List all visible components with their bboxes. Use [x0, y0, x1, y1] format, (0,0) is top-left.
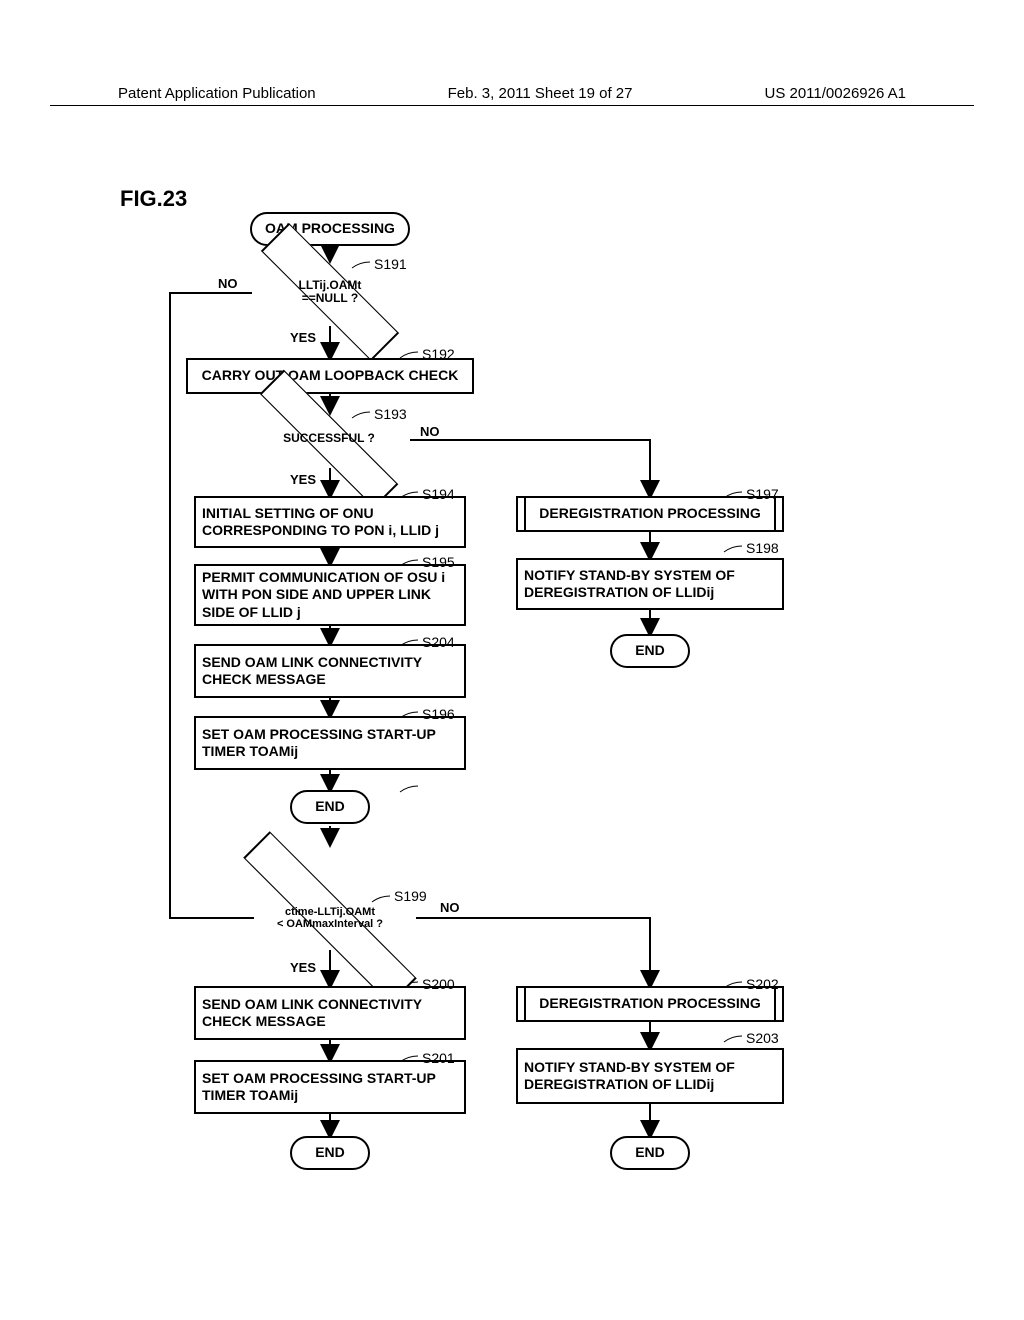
- subroutine-s197-text: DEREGISTRATION PROCESSING: [539, 505, 760, 523]
- label-no-s191: NO: [218, 276, 238, 291]
- process-s194: INITIAL SETTING OF ONU CORRESPONDING TO …: [194, 496, 466, 548]
- process-s192: CARRY OUT OAM LOOPBACK CHECK: [186, 358, 474, 394]
- step-s203: S203: [746, 1030, 779, 1046]
- process-s204: SEND OAM LINK CONNECTIVITY CHECK MESSAGE: [194, 644, 466, 698]
- process-s196: SET OAM PROCESSING START-UP TIMER TOAMij: [194, 716, 466, 770]
- step-s196: S196: [422, 706, 455, 722]
- process-s195: PERMIT COMMUNICATION OF OSU i WITH PON S…: [194, 564, 466, 626]
- step-s192: S192: [422, 346, 455, 362]
- step-s195: S195: [422, 554, 455, 570]
- process-s201: SET OAM PROCESSING START-UP TIMER TOAMij: [194, 1060, 466, 1114]
- step-s191: S191: [374, 256, 407, 272]
- flowchart: OAM PROCESSING LLTij.OAMt ==NULL ? NO YE…: [120, 208, 900, 1228]
- step-s198: S198: [746, 540, 779, 556]
- subroutine-s197: DEREGISTRATION PROCESSING: [516, 496, 784, 532]
- step-s193: S193: [374, 406, 407, 422]
- step-s200: S200: [422, 976, 455, 992]
- process-s203: NOTIFY STAND-BY SYSTEM OF DEREGISTRATION…: [516, 1048, 784, 1104]
- subroutine-s202-text: DEREGISTRATION PROCESSING: [539, 995, 760, 1013]
- label-no-s199: NO: [440, 900, 460, 915]
- terminal-end-3: END: [290, 1136, 370, 1170]
- header-right: US 2011/0026926 A1: [764, 85, 906, 102]
- step-s194: S194: [422, 486, 455, 502]
- step-s197: S197: [746, 486, 779, 502]
- step-s199: S199: [394, 888, 427, 904]
- header-center: Feb. 3, 2011 Sheet 19 of 27: [448, 85, 633, 102]
- process-s198: NOTIFY STAND-BY SYSTEM OF DEREGISTRATION…: [516, 558, 784, 610]
- terminal-end-1: END: [290, 790, 370, 824]
- terminal-end-4: END: [610, 1136, 690, 1170]
- label-no-s193: NO: [420, 424, 440, 439]
- step-s202: S202: [746, 976, 779, 992]
- label-yes-s193: YES: [290, 472, 316, 487]
- header-left: Patent Application Publication: [118, 85, 316, 102]
- label-yes-s199: YES: [290, 960, 316, 975]
- terminal-end-2: END: [610, 634, 690, 668]
- label-yes-s191: YES: [290, 330, 316, 345]
- step-s204: S204: [422, 634, 455, 650]
- step-s201: S201: [422, 1050, 455, 1066]
- process-s200: SEND OAM LINK CONNECTIVITY CHECK MESSAGE: [194, 986, 466, 1040]
- subroutine-s202: DEREGISTRATION PROCESSING: [516, 986, 784, 1022]
